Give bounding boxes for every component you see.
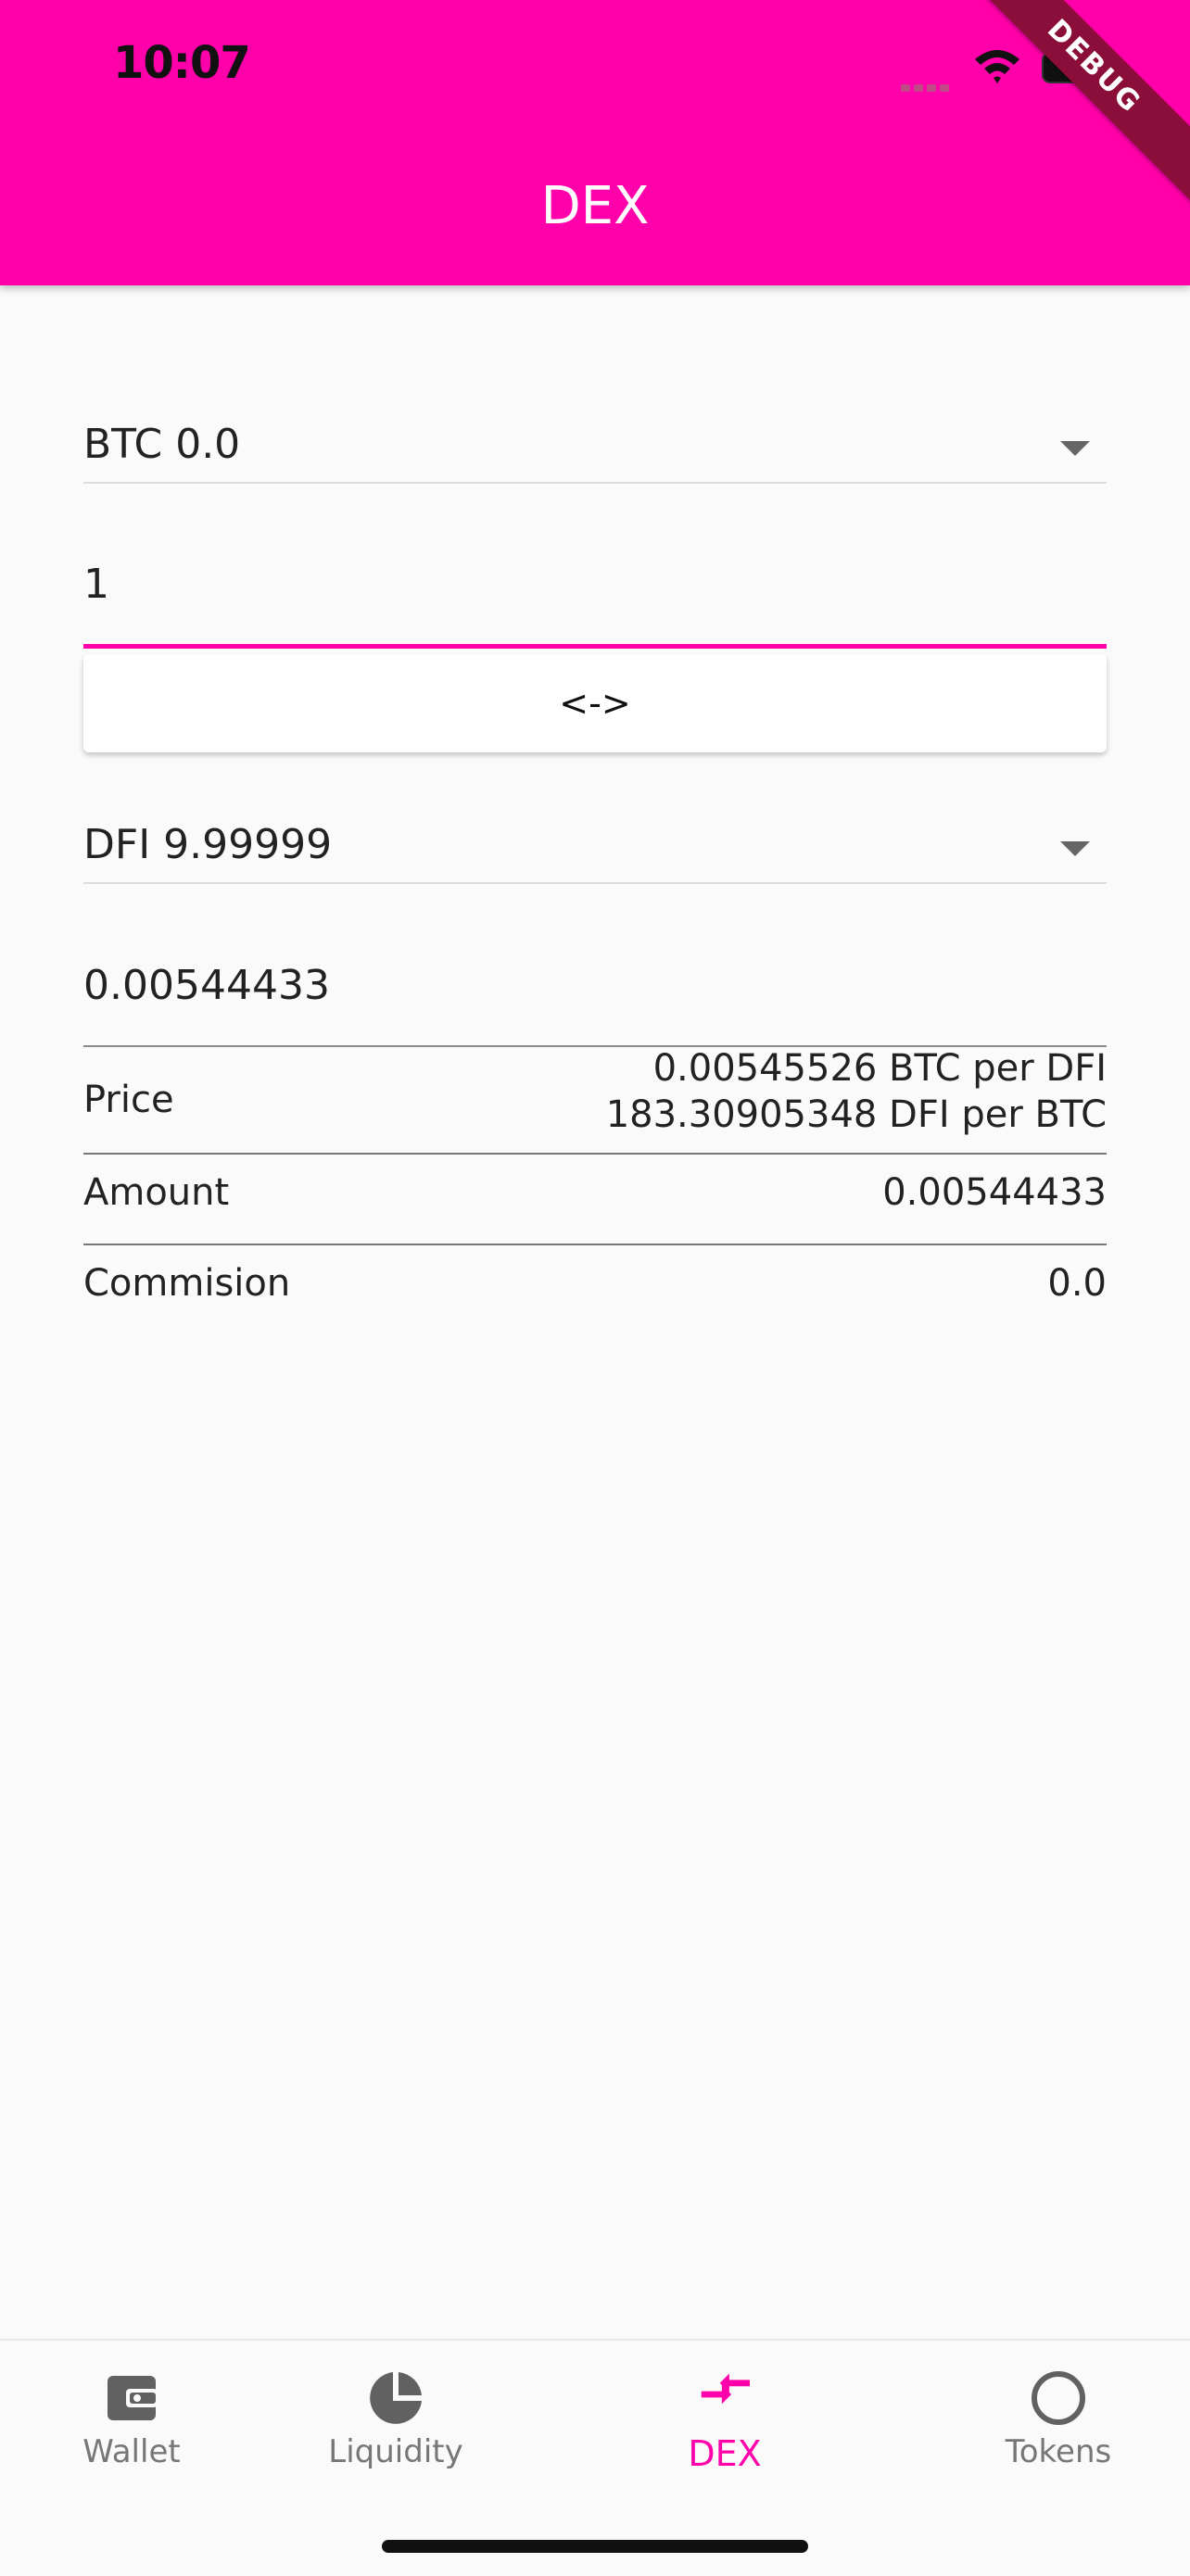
- wifi-icon: [975, 50, 1019, 83]
- from-token-dropdown[interactable]: BTC 0.0: [83, 380, 1107, 484]
- app-bar: 10:07 DEX: [0, 0, 1190, 285]
- amount-row: Amount 0.00544433: [83, 1171, 1107, 1236]
- wallet-icon: [108, 2376, 158, 2420]
- price-btc-per-dfi: 0.00545526 BTC per DFI: [652, 1047, 1107, 1090]
- pie-chart-icon: [370, 2372, 422, 2424]
- to-token-selected: DFI 9.99999: [83, 821, 333, 868]
- status-time: 10:07: [113, 37, 251, 89]
- to-amount-input[interactable]: 0.00544433: [83, 915, 1107, 1047]
- nav-label-dex: DEX: [688, 2433, 762, 2474]
- amount-value: 0.00544433: [882, 1171, 1107, 1214]
- dropdown-arrow-icon: [1060, 841, 1090, 856]
- swap-arrows-icon: [701, 2373, 750, 2405]
- circle-icon: [1032, 2371, 1085, 2425]
- cellular-signal-icon: [901, 78, 955, 92]
- from-token-selected: BTC 0.0: [83, 421, 241, 468]
- nav-item-liquidity[interactable]: Liquidity: [324, 2368, 467, 2470]
- home-indicator: [382, 2540, 808, 2553]
- price-row: Price 0.00545526 BTC per DFI 183.3090534…: [83, 1047, 1107, 1158]
- divider: [83, 1244, 1107, 1245]
- to-amount-value: 0.00544433: [83, 962, 330, 1009]
- commission-value: 0.0: [1047, 1262, 1107, 1305]
- nav-item-wallet[interactable]: Wallet: [67, 2368, 196, 2470]
- divider: [83, 1153, 1107, 1155]
- page-title: DEX: [540, 176, 650, 236]
- commission-row: Commision 0.0: [83, 1262, 1107, 1327]
- nav-item-dex[interactable]: DEX: [669, 2368, 780, 2474]
- amount-label: Amount: [83, 1171, 230, 1214]
- nav-item-tokens[interactable]: Tokens: [994, 2368, 1123, 2470]
- from-amount-value: 1: [83, 561, 109, 608]
- price-dfi-per-btc: 183.30905348 DFI per BTC: [605, 1093, 1107, 1136]
- nav-label-wallet: Wallet: [82, 2433, 181, 2470]
- price-label: Price: [83, 1079, 174, 1121]
- from-amount-input[interactable]: 1: [83, 514, 1107, 649]
- nav-label-tokens: Tokens: [1005, 2433, 1112, 2470]
- nav-label-liquidity: Liquidity: [328, 2433, 463, 2470]
- commission-label: Commision: [83, 1262, 291, 1305]
- dropdown-arrow-icon: [1060, 441, 1090, 456]
- swap-direction-button[interactable]: <->: [83, 654, 1107, 752]
- to-token-dropdown[interactable]: DFI 9.99999: [83, 780, 1107, 884]
